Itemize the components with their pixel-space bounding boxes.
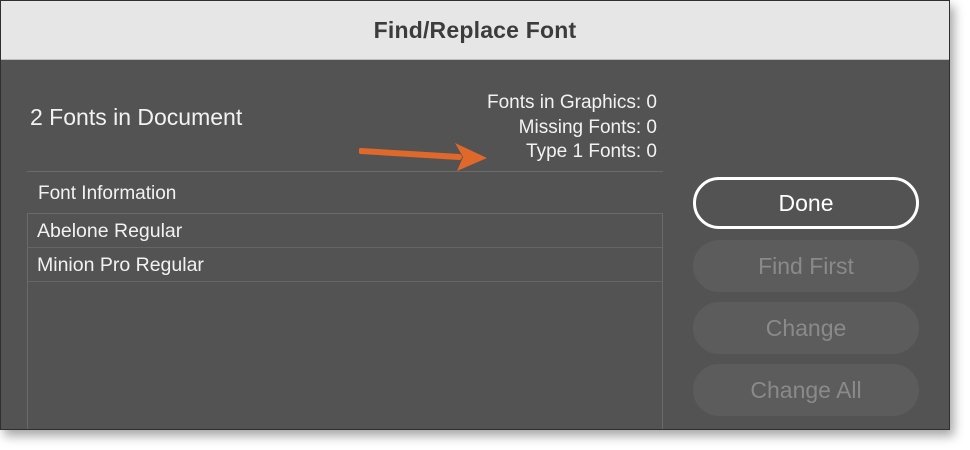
font-information-header: Font Information xyxy=(38,183,177,204)
find-first-button[interactable]: Find First xyxy=(693,240,919,292)
font-list-item[interactable]: Abelone Regular xyxy=(28,214,662,248)
fonts-in-graphics-stat: Fonts in Graphics: 0 xyxy=(486,92,657,113)
font-list[interactable]: Abelone Regular Minion Pro Regular xyxy=(27,213,663,429)
font-list-item[interactable]: Minion Pro Regular xyxy=(28,248,662,282)
find-replace-font-dialog: Find/Replace Font 2 Fonts in Document Fo… xyxy=(0,0,950,430)
font-stats: Fonts in Graphics: 0 Missing Fonts: 0 Ty… xyxy=(487,91,657,165)
dialog-title: Find/Replace Font xyxy=(373,16,577,43)
missing-fonts-stat: Missing Fonts: 0 xyxy=(518,116,657,138)
section-divider xyxy=(27,171,663,172)
arrow-right-icon xyxy=(359,143,487,171)
change-all-button[interactable]: Change All xyxy=(693,364,919,416)
fonts-in-document-count: 2 Fonts in Document xyxy=(30,104,243,130)
done-button[interactable]: Done xyxy=(693,177,919,229)
type1-fonts-stat: Type 1 Fonts: 0 xyxy=(526,141,657,162)
change-button[interactable]: Change xyxy=(693,302,919,354)
title-bar[interactable]: Find/Replace Font xyxy=(1,1,949,60)
